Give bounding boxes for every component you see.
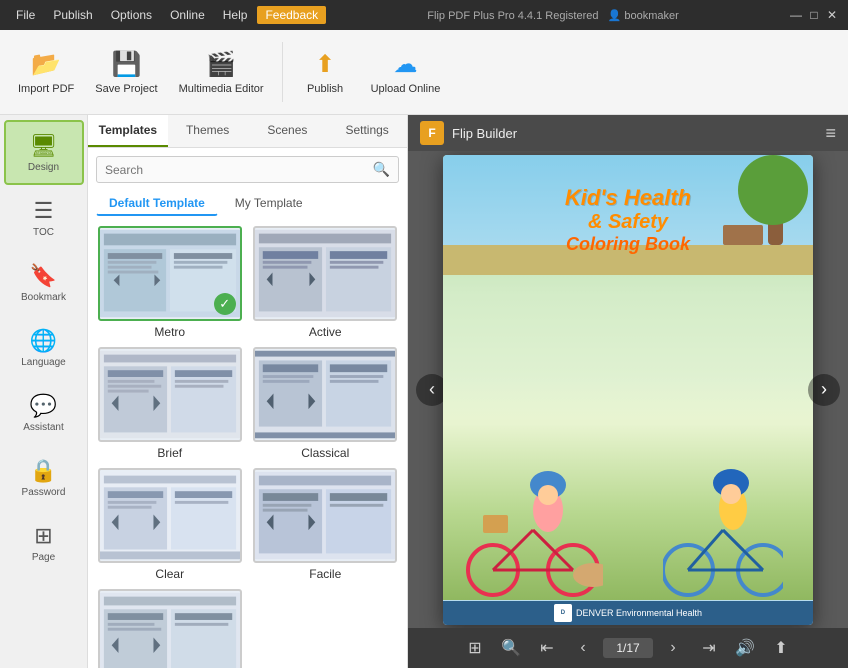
page-indicator: 1/17 xyxy=(603,638,653,658)
book-title-line2: & Safety xyxy=(565,211,691,234)
template-thumb-metro[interactable]: ✓ xyxy=(98,226,242,321)
first-page-button[interactable]: ⇤ xyxy=(531,632,563,664)
template-thumb-brief[interactable] xyxy=(98,347,242,442)
upload-icon: ☁ xyxy=(393,50,417,79)
password-icon: 🔒 xyxy=(30,458,57,484)
sidebar-item-bookmark[interactable]: 🔖 Bookmark xyxy=(4,250,84,315)
volume-button[interactable]: 🔊 xyxy=(729,632,761,664)
upload-online-button[interactable]: ☁ Upload Online xyxy=(363,35,449,110)
main-layout: 🖥 Design ☰ TOC 🔖 Bookmark 🌐 Language 💬 A… xyxy=(0,115,848,668)
sidebar-item-toc[interactable]: ☰ TOC xyxy=(4,185,84,250)
flip-logo: F xyxy=(420,121,444,145)
search-box: 🔍 xyxy=(96,156,399,183)
sidebar-item-assistant[interactable]: 💬 Assistant xyxy=(4,380,84,445)
template-label-clear: Clear xyxy=(155,567,184,581)
prev-page-footer-button[interactable]: ‹ xyxy=(567,632,599,664)
template-neat[interactable]: Neat xyxy=(96,589,244,668)
tab-templates[interactable]: Templates xyxy=(88,115,168,147)
panel-tabs: Templates Themes Scenes Settings xyxy=(88,115,407,148)
multimedia-editor-button[interactable]: 🎬 Multimedia Editor xyxy=(171,35,272,110)
template-active[interactable]: Active xyxy=(252,226,400,339)
import-pdf-button[interactable]: 📂 Import PDF xyxy=(10,35,82,110)
toc-icon: ☰ xyxy=(34,198,54,224)
book-title-line1: Kid's Health xyxy=(565,185,691,211)
maximize-button[interactable]: □ xyxy=(806,7,822,23)
tab-settings[interactable]: Settings xyxy=(327,115,407,147)
publish-button[interactable]: ⬆ Publish xyxy=(293,35,358,110)
sidebar-item-page[interactable]: ⊞ Page xyxy=(4,510,84,575)
template-label-brief: Brief xyxy=(157,446,182,460)
preview-menu-button[interactable]: ≡ xyxy=(825,123,836,144)
feedback-button[interactable]: Feedback xyxy=(257,6,326,24)
template-label-facile: Facile xyxy=(309,567,341,581)
template-clear[interactable]: Clear xyxy=(96,468,244,581)
assistant-icon: 💬 xyxy=(30,393,57,419)
publish-icon: ⬆ xyxy=(315,50,335,79)
next-page-button[interactable]: › xyxy=(808,374,840,406)
language-icon: 🌐 xyxy=(30,328,57,354)
book-preview: Kid's Health & Safety Coloring Book xyxy=(443,155,813,625)
page-icon: ⊞ xyxy=(34,523,52,549)
template-classical[interactable]: Classical xyxy=(252,347,400,460)
tab-themes[interactable]: Themes xyxy=(168,115,248,147)
save-project-button[interactable]: 💾 Save Project xyxy=(87,35,165,110)
preview-header: F Flip Builder ≡ xyxy=(408,115,848,151)
zoom-out-button[interactable]: 🔍 xyxy=(495,632,527,664)
menu-online[interactable]: Online xyxy=(162,6,213,24)
template-thumb-clear[interactable] xyxy=(98,468,242,563)
sidebar-item-design[interactable]: 🖥 Design xyxy=(4,120,84,185)
selected-check: ✓ xyxy=(214,293,236,315)
template-panel: Templates Themes Scenes Settings 🔍 Defau… xyxy=(88,115,408,668)
template-label-active: Active xyxy=(309,325,342,339)
save-project-icon: 💾 xyxy=(111,50,141,79)
book-publisher-footer: D DENVER Environmental Health xyxy=(443,601,813,625)
template-facile[interactable]: Facile xyxy=(252,468,400,581)
share-button[interactable]: ⬆ xyxy=(765,632,797,664)
search-icon: 🔍 xyxy=(373,161,390,178)
template-thumb-facile[interactable] xyxy=(253,468,397,563)
title-bar: File Publish Options Online Help Feedbac… xyxy=(0,0,848,30)
template-subtabs: Default Template My Template xyxy=(88,191,407,222)
subtab-my-template[interactable]: My Template xyxy=(222,191,316,216)
grid-view-button[interactable]: ⊞ xyxy=(459,632,491,664)
template-thumb-active[interactable] xyxy=(253,226,397,321)
template-brief[interactable]: Brief xyxy=(96,347,244,460)
last-page-button[interactable]: ⇥ xyxy=(693,632,725,664)
preview-title: Flip Builder xyxy=(452,126,517,141)
template-metro[interactable]: ✓ Metro xyxy=(96,226,244,339)
template-label-classical: Classical xyxy=(301,446,349,460)
preview-content: ‹ xyxy=(408,151,848,628)
preview-area: F Flip Builder ≡ ‹ xyxy=(408,115,848,668)
menu-options[interactable]: Options xyxy=(103,6,160,24)
left-sidebar: 🖥 Design ☰ TOC 🔖 Bookmark 🌐 Language 💬 A… xyxy=(0,115,88,668)
menu-publish[interactable]: Publish xyxy=(45,6,100,24)
template-thumb-classical[interactable] xyxy=(253,347,397,442)
multimedia-icon: 🎬 xyxy=(206,50,236,79)
toolbar: 📂 Import PDF 💾 Save Project 🎬 Multimedia… xyxy=(0,30,848,115)
template-thumb-neat[interactable] xyxy=(98,589,242,668)
toolbar-divider xyxy=(282,42,283,102)
menu-bar[interactable]: File Publish Options Online Help Feedbac… xyxy=(8,6,326,24)
subtab-default[interactable]: Default Template xyxy=(96,191,218,216)
import-pdf-icon: 📂 xyxy=(31,50,61,79)
menu-file[interactable]: File xyxy=(8,6,43,24)
preview-title-area: F Flip Builder xyxy=(420,121,517,145)
next-page-footer-button[interactable]: › xyxy=(657,632,689,664)
book-subtitle: Coloring Book xyxy=(565,234,691,255)
app-title: Flip PDF Plus Pro 4.4.1 Registered 👤 boo… xyxy=(326,9,780,22)
template-grid: ✓ Metro xyxy=(88,222,407,668)
tab-scenes[interactable]: Scenes xyxy=(248,115,328,147)
design-icon: 🖥 xyxy=(30,133,58,159)
minimize-button[interactable]: — xyxy=(788,7,804,23)
bookmark-icon: 🔖 xyxy=(30,263,57,289)
sidebar-item-language[interactable]: 🌐 Language xyxy=(4,315,84,380)
search-input[interactable] xyxy=(105,163,373,177)
menu-help[interactable]: Help xyxy=(215,6,256,24)
window-controls[interactable]: — □ ✕ xyxy=(788,7,840,23)
close-button[interactable]: ✕ xyxy=(824,7,840,23)
template-label-metro: Metro xyxy=(154,325,185,339)
preview-footer: ⊞ 🔍 ⇤ ‹ 1/17 › ⇥ 🔊 ⬆ xyxy=(408,628,848,668)
sidebar-item-password[interactable]: 🔒 Password xyxy=(4,445,84,510)
